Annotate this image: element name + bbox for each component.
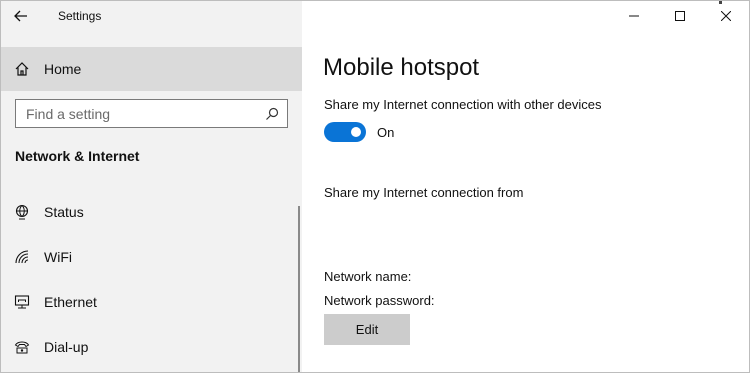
sidebar: Settings Home Find a setting Network & I… — [1, 1, 302, 372]
hotspot-toggle-row: On — [324, 122, 394, 142]
window-controls — [611, 1, 749, 31]
hotspot-toggle[interactable] — [324, 122, 366, 142]
globe-icon — [15, 204, 29, 220]
search-input[interactable]: Find a setting — [15, 99, 288, 128]
main-content: Mobile hotspot Share my Internet connect… — [302, 1, 749, 372]
section-heading: Network & Internet — [15, 148, 140, 164]
app-title: Settings — [58, 9, 102, 23]
page-title: Mobile hotspot — [323, 54, 480, 81]
search-placeholder: Find a setting — [26, 105, 111, 122]
toggle-knob — [351, 127, 361, 137]
sidebar-scrollbar[interactable] — [298, 206, 300, 372]
minimize-button[interactable] — [611, 1, 657, 31]
home-icon — [15, 62, 29, 76]
title-bar: Settings — [1, 1, 302, 31]
share-description: Share my Internet connection with other … — [324, 97, 602, 112]
maximize-icon — [675, 11, 685, 21]
share-from-label: Share my Internet connection from — [324, 185, 524, 200]
sidebar-item-label: Dial-up — [44, 339, 89, 355]
sidebar-item-label: WiFi — [44, 249, 72, 265]
close-button[interactable] — [703, 1, 749, 31]
sidebar-item-label: Ethernet — [44, 294, 97, 310]
close-icon — [721, 11, 731, 21]
sidebar-item-home[interactable]: Home — [1, 47, 302, 91]
sidebar-item-wifi[interactable]: WiFi — [1, 239, 299, 275]
ethernet-icon — [14, 295, 30, 309]
edit-button[interactable]: Edit — [324, 314, 410, 345]
sidebar-item-label: Home — [44, 61, 82, 77]
back-arrow-icon — [14, 10, 27, 22]
toggle-state-label: On — [377, 124, 395, 140]
network-password-label: Network password: — [324, 293, 435, 308]
search-icon — [266, 107, 279, 120]
sidebar-item-label: Status — [44, 204, 84, 220]
dialup-icon — [14, 341, 30, 354]
wifi-icon — [15, 250, 29, 264]
sidebar-item-ethernet[interactable]: Ethernet — [1, 284, 299, 320]
back-button[interactable] — [1, 1, 41, 31]
maximize-button[interactable] — [657, 1, 703, 31]
sidebar-item-status[interactable]: Status — [1, 194, 299, 230]
minimize-icon — [629, 15, 639, 17]
network-name-label: Network name: — [324, 269, 412, 284]
sidebar-item-dialup[interactable]: Dial-up — [1, 329, 299, 365]
